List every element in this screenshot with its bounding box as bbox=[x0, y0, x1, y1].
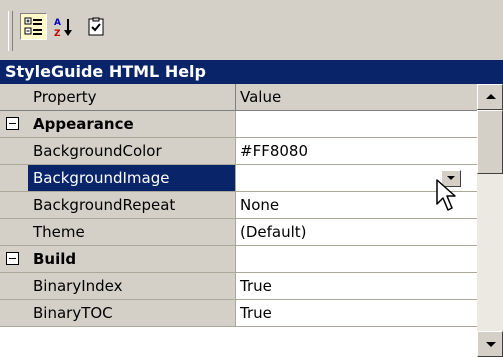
property-value[interactable]: #FF8080 bbox=[236, 138, 477, 165]
property-row[interactable]: BinaryTOC True bbox=[0, 300, 477, 327]
toolbar-grip[interactable] bbox=[8, 11, 13, 51]
svg-text:A: A bbox=[54, 18, 61, 28]
collapse-icon[interactable] bbox=[6, 117, 19, 130]
column-header-property[interactable]: Property bbox=[28, 84, 236, 111]
property-grid: Property Value Appearance BackgroundColo… bbox=[0, 84, 477, 357]
categorized-button[interactable] bbox=[20, 13, 47, 40]
object-name-bar: StyleGuide HTML Help bbox=[0, 60, 503, 84]
property-name[interactable]: BinaryTOC bbox=[28, 300, 236, 327]
property-name[interactable]: BinaryIndex bbox=[28, 273, 236, 300]
scroll-up-button[interactable] bbox=[477, 84, 503, 110]
collapse-icon[interactable] bbox=[6, 252, 19, 265]
scroll-thumb[interactable] bbox=[477, 110, 503, 174]
property-value[interactable]: True bbox=[236, 300, 477, 327]
alphabetical-button[interactable]: A Z bbox=[50, 13, 77, 40]
category-label: Build bbox=[28, 246, 236, 273]
property-value[interactable]: (Default) bbox=[236, 219, 477, 246]
property-row-selected[interactable]: BackgroundImage bbox=[0, 165, 477, 192]
category-row-appearance[interactable]: Appearance bbox=[0, 111, 477, 138]
category-label: Appearance bbox=[28, 111, 236, 138]
column-header-value[interactable]: Value bbox=[236, 84, 477, 111]
property-pages-button[interactable] bbox=[82, 13, 109, 40]
property-value[interactable]: True bbox=[236, 273, 477, 300]
scroll-down-button[interactable] bbox=[477, 331, 503, 357]
property-row[interactable]: Theme (Default) bbox=[0, 219, 477, 246]
property-row[interactable]: BackgroundColor #FF8080 bbox=[0, 138, 477, 165]
property-row[interactable]: BinaryIndex True bbox=[0, 273, 477, 300]
mouse-pointer-icon bbox=[436, 179, 456, 211]
property-pages-icon bbox=[88, 17, 103, 35]
categorized-icon bbox=[24, 17, 42, 35]
vertical-scrollbar[interactable] bbox=[477, 84, 503, 357]
category-row-build[interactable]: Build bbox=[0, 246, 477, 273]
property-name[interactable]: BackgroundColor bbox=[28, 138, 236, 165]
toolbar: A Z bbox=[0, 0, 503, 60]
grid-header: Property Value bbox=[0, 84, 477, 111]
svg-text:Z: Z bbox=[54, 29, 61, 38]
property-name[interactable]: Theme bbox=[28, 219, 236, 246]
property-name[interactable]: BackgroundRepeat bbox=[28, 192, 236, 219]
property-name[interactable]: BackgroundImage bbox=[28, 165, 236, 192]
property-row[interactable]: BackgroundRepeat None bbox=[0, 192, 477, 219]
alphabetical-sort-icon: A Z bbox=[54, 18, 72, 38]
